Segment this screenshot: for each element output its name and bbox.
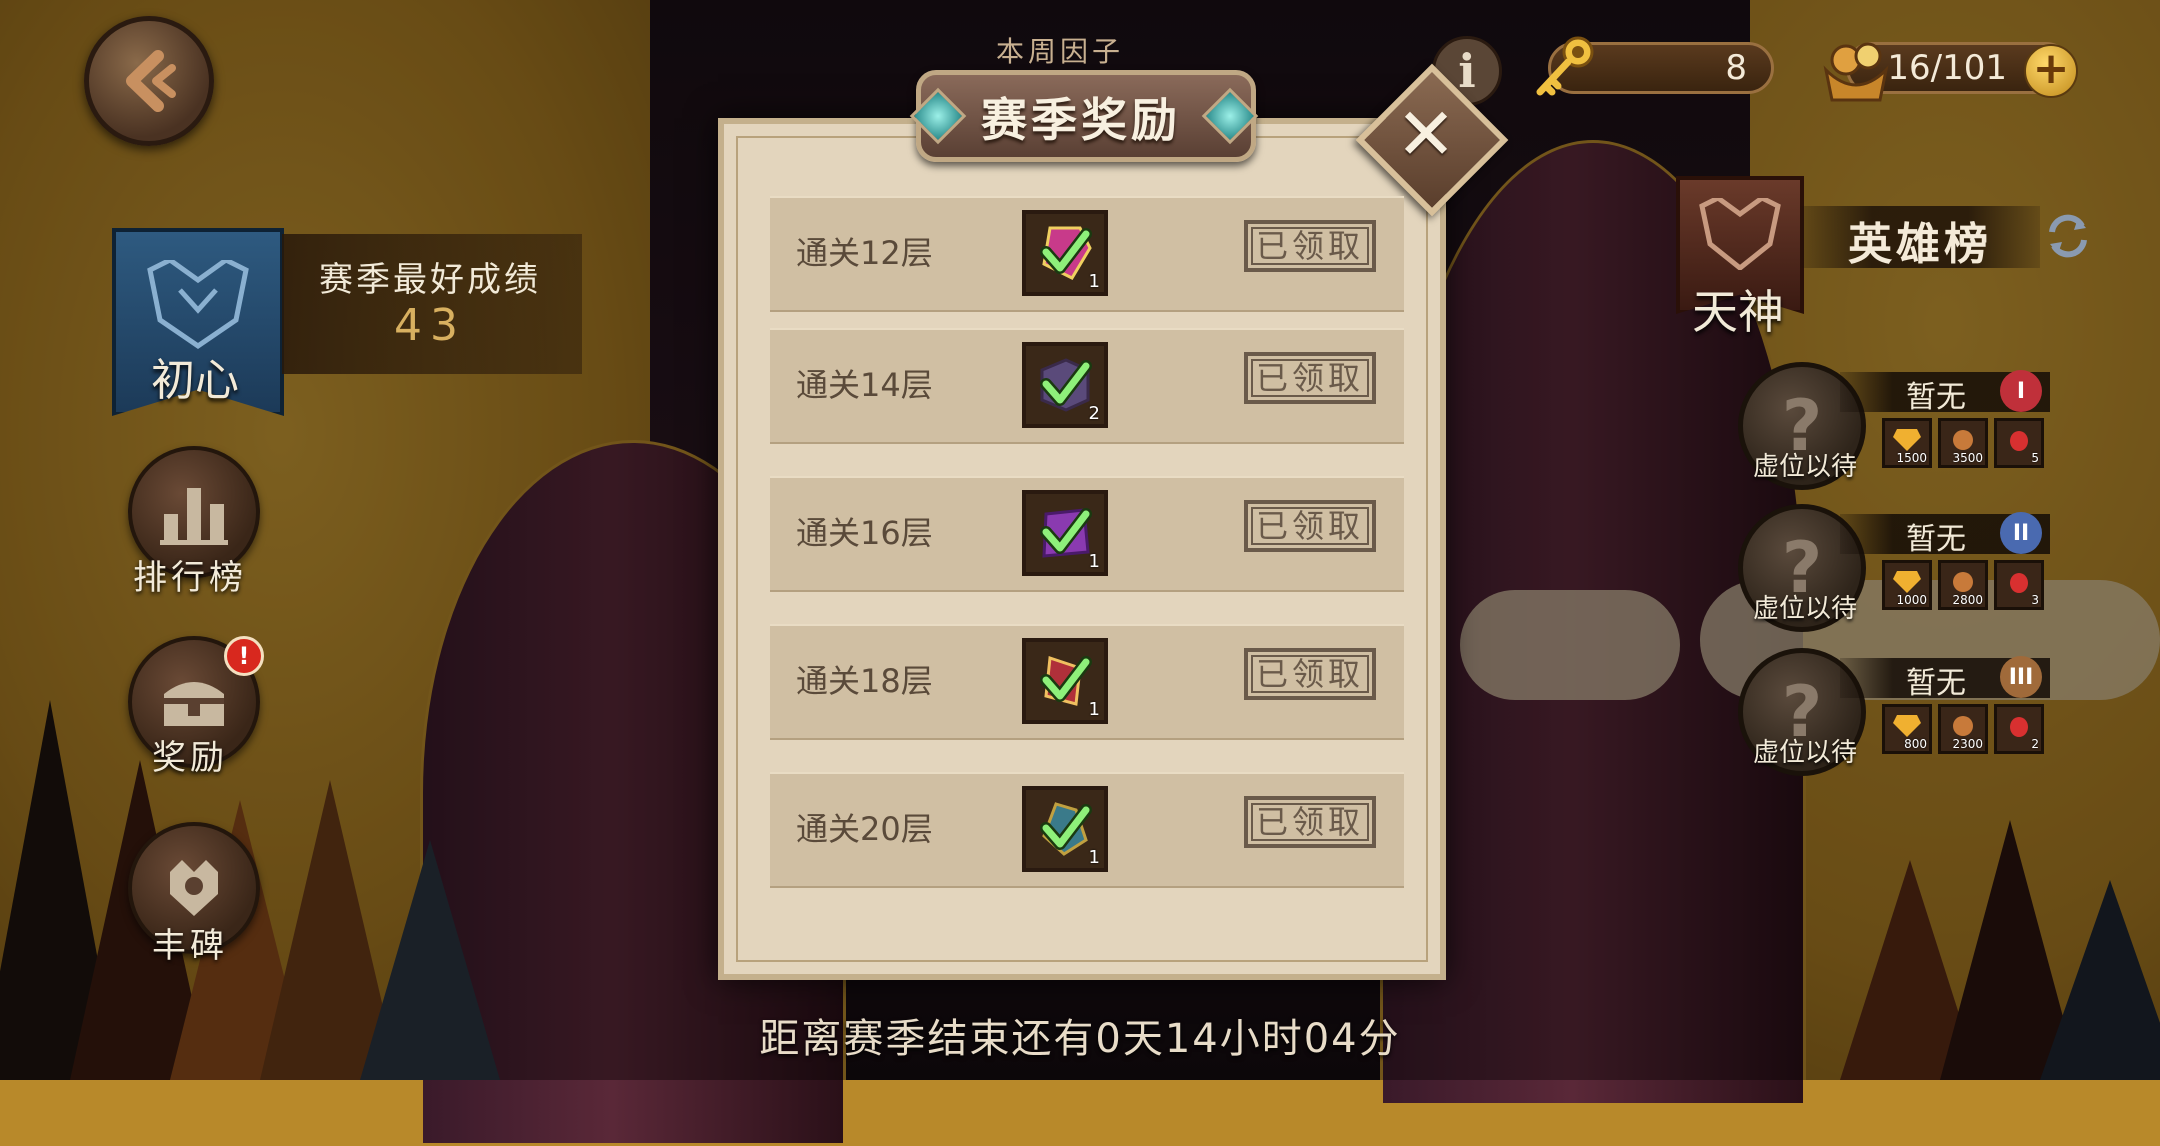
reward-item[interactable]: 1 — [1022, 210, 1108, 296]
key-count: 8 — [1725, 48, 1747, 88]
potion-icon — [2010, 431, 2028, 451]
rewards-label[interactable]: 奖励 — [110, 730, 270, 779]
reward-potion: 3 — [1994, 560, 2044, 610]
potion-icon — [2010, 717, 2028, 737]
coin-icon — [1953, 716, 1973, 736]
stamina-count: 16/101 — [1887, 48, 2007, 88]
reward-item[interactable]: 1 — [1022, 638, 1108, 724]
food-basket-icon — [1823, 42, 1889, 102]
reward-gem: 1000 — [1882, 560, 1932, 610]
reward-item[interactable]: 2 — [1022, 342, 1108, 428]
hero-slot-vacant: 虚位以待 — [1752, 452, 1857, 482]
season-rank-label: 初心 — [151, 355, 239, 406]
claimed-stamp: 已领取 — [1244, 648, 1376, 700]
reward-row: 通关14层 2 已领取 — [770, 328, 1404, 444]
claimed-stamp: 已领取 — [1244, 220, 1376, 272]
leaderboard-icon — [160, 488, 228, 545]
reward-item[interactable]: 1 — [1022, 786, 1108, 872]
dialog-title: 赛季奖励 — [981, 93, 1181, 147]
reward-row-label: 通关20层 — [796, 810, 933, 848]
potion-icon — [2010, 573, 2028, 593]
reward-row-label: 通关12层 — [796, 234, 933, 272]
check-icon — [1040, 360, 1092, 406]
reward-qty: 1 — [1088, 551, 1100, 572]
reward-row: 通关16层 1 已领取 — [770, 476, 1404, 592]
reward-gem: 800 — [1882, 704, 1932, 754]
hero-slot-name: 暂无 — [1906, 522, 1966, 557]
reward-row: 通关18层 1 已领取 — [770, 624, 1404, 740]
back-button[interactable] — [84, 16, 214, 146]
check-icon — [1040, 656, 1092, 702]
reward-row-label: 通关14层 — [796, 366, 933, 404]
reward-row: 通关20层 1 已领取 — [770, 772, 1404, 888]
reward-coin: 2300 — [1938, 704, 1988, 754]
reward-qty: 1 — [1088, 271, 1100, 292]
reward-qty: 2 — [1088, 403, 1100, 424]
hero-rank-tier: 天神 — [1692, 285, 1784, 339]
reward-row-label: 通关18层 — [796, 662, 933, 700]
check-icon — [1040, 228, 1092, 274]
hero-slot-name: 暂无 — [1906, 380, 1966, 415]
rank-medal-icon: I — [2000, 370, 2042, 412]
crest-icon — [1699, 198, 1781, 270]
add-stamina-button[interactable]: + — [2024, 44, 2078, 98]
back-arrow-icon — [126, 50, 176, 112]
close-icon[interactable]: ✕ — [1378, 86, 1474, 182]
monument-label[interactable]: 丰碑 — [110, 918, 270, 967]
reward-coin: 2800 — [1938, 560, 1988, 610]
gem-icon — [1893, 715, 1921, 737]
reward-coin: 3500 — [1938, 418, 1988, 468]
reward-potion: 5 — [1994, 418, 2044, 468]
claimed-stamp: 已领取 — [1244, 500, 1376, 552]
reward-item[interactable]: 1 — [1022, 490, 1108, 576]
notification-badge: ! — [224, 636, 264, 676]
coin-icon — [1953, 572, 1973, 592]
best-score-label: 赛季最好成绩 — [319, 260, 541, 300]
gem-icon — [1893, 429, 1921, 451]
monument-icon — [170, 860, 218, 916]
chest-icon — [164, 682, 224, 726]
reward-row-label: 通关16层 — [796, 514, 933, 552]
rank-medal-icon: II — [2000, 512, 2042, 554]
coin-icon — [1953, 430, 1973, 450]
hero-slot-vacant: 虚位以待 — [1752, 594, 1857, 624]
check-icon — [1040, 804, 1092, 850]
key-icon — [1536, 36, 1594, 96]
hero-slot-vacant: 虚位以待 — [1752, 738, 1857, 768]
hero-board-title: 英雄榜 — [1848, 219, 1992, 270]
reward-qty: 1 — [1088, 847, 1100, 868]
refresh-icon[interactable] — [2042, 210, 2094, 262]
season-countdown: 距离赛季结束还有0天14小时04分 — [759, 1016, 1401, 1062]
weekly-factor-label[interactable]: 本周因子 — [940, 30, 1180, 70]
hero-slot-name: 暂无 — [1906, 666, 1966, 701]
claimed-stamp: 已领取 — [1244, 796, 1376, 848]
reward-row: 通关12层 1 已领取 — [770, 196, 1404, 312]
gem-icon — [1893, 571, 1921, 593]
reward-qty: 1 — [1088, 699, 1100, 720]
reward-potion: 2 — [1994, 704, 2044, 754]
rank-medal-icon: III — [2000, 656, 2042, 698]
best-score-value: 43 — [394, 300, 466, 351]
check-icon — [1040, 508, 1092, 554]
reward-gem: 1500 — [1882, 418, 1932, 468]
leaderboard-label[interactable]: 排行榜 — [110, 550, 270, 599]
crest-icon — [147, 260, 249, 350]
claimed-stamp: 已领取 — [1244, 352, 1376, 404]
